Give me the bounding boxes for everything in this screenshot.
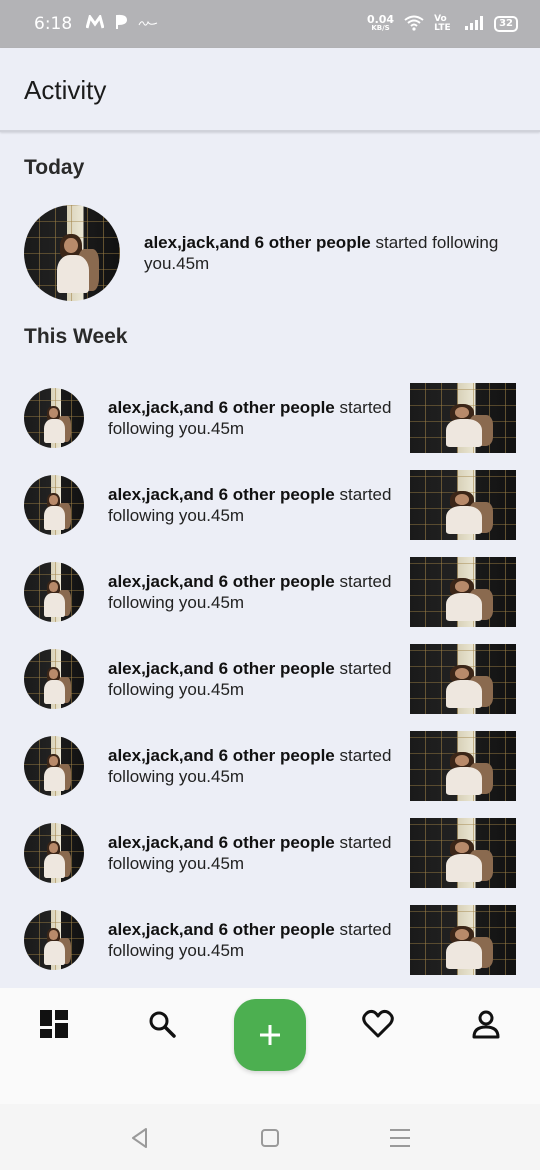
activity-users[interactable]: alex,jack,and 6 other people: [108, 833, 335, 852]
post-thumbnail[interactable]: [410, 470, 516, 540]
activity-text: alex,jack,and 6 other people started fol…: [108, 832, 408, 874]
dashboard-icon[interactable]: [24, 1004, 84, 1044]
avatar[interactable]: [24, 388, 84, 448]
activity-users[interactable]: alex,jack,and 6 other people: [108, 659, 335, 678]
activity-text: alex,jack,and 6 other people started fol…: [108, 571, 408, 613]
signature-icon: [138, 17, 158, 32]
system-nav: [0, 1104, 540, 1170]
volte-label: Vo LTE: [434, 14, 451, 33]
avatar[interactable]: [24, 823, 84, 883]
home-icon[interactable]: [258, 1126, 282, 1150]
status-time: 6:18: [34, 14, 73, 34]
activity-users[interactable]: alex,jack,and 6 other people: [144, 233, 371, 252]
add-icon: [260, 1025, 280, 1045]
p-icon: [114, 14, 128, 34]
activity-text: alex,jack,and 6 other people started fol…: [108, 745, 408, 787]
section-title-today: Today: [24, 156, 85, 179]
activity-text: alex,jack,and 6 other people started fol…: [108, 397, 408, 439]
avatar[interactable]: [24, 910, 84, 970]
bottom-nav: [0, 988, 540, 1104]
net-speed: 0.04 KB/S: [366, 13, 395, 32]
activity-users[interactable]: alex,jack,and 6 other people: [108, 398, 335, 417]
m-icon: [85, 13, 105, 33]
post-thumbnail[interactable]: [410, 905, 516, 975]
profile-icon[interactable]: [456, 1004, 516, 1044]
menu-icon[interactable]: [388, 1126, 412, 1150]
activity-text: alex,jack,and 6 other people started fol…: [108, 658, 408, 700]
post-thumbnail[interactable]: [410, 818, 516, 888]
avatar[interactable]: [24, 562, 84, 622]
search-icon[interactable]: [132, 1004, 192, 1044]
section-title-this-week: This Week: [24, 325, 128, 348]
post-thumbnail[interactable]: [410, 557, 516, 627]
avatar[interactable]: [24, 649, 84, 709]
avatar[interactable]: [24, 205, 120, 301]
signal-icon: [464, 15, 484, 33]
activity-text: alex,jack,and 6 other people started fol…: [108, 484, 408, 526]
back-icon[interactable]: [128, 1126, 152, 1150]
battery-icon: 32: [494, 16, 518, 32]
app-bar: Activity: [0, 48, 540, 132]
activity-users[interactable]: alex,jack,and 6 other people: [108, 920, 335, 939]
page-title: Activity: [24, 75, 107, 105]
activity-users[interactable]: alex,jack,and 6 other people: [108, 746, 335, 765]
activity-text: alex,jack,and 6 other people started fol…: [108, 919, 408, 961]
activity-text: alex,jack,and 6 other people started fol…: [144, 232, 524, 274]
post-thumbnail[interactable]: [410, 644, 516, 714]
activity-users[interactable]: alex,jack,and 6 other people: [108, 572, 335, 591]
avatar[interactable]: [24, 475, 84, 535]
post-thumbnail[interactable]: [410, 383, 516, 453]
activity-users[interactable]: alex,jack,and 6 other people: [108, 485, 335, 504]
status-bar: 6:18 0.04 KB/S Vo LTE 32: [0, 0, 540, 48]
add-button[interactable]: [234, 999, 306, 1071]
post-thumbnail[interactable]: [410, 731, 516, 801]
wifi-icon: [404, 15, 424, 34]
heart-icon[interactable]: [348, 1004, 408, 1044]
avatar[interactable]: [24, 736, 84, 796]
